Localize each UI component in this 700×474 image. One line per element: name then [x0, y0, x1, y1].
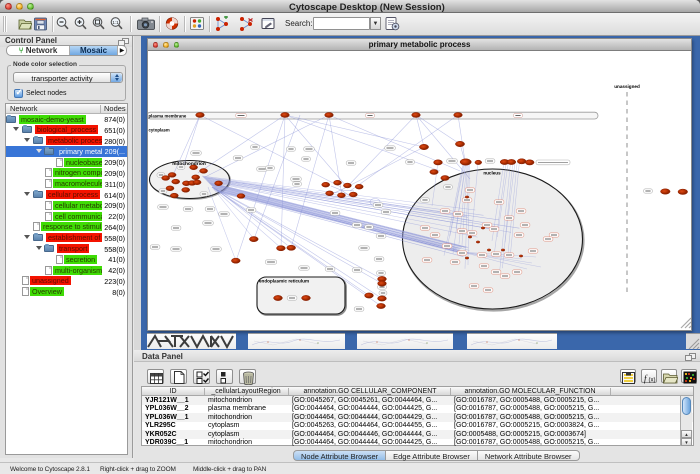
svg-text:f: f — [644, 373, 648, 383]
svg-text:unassigned: unassigned — [614, 84, 640, 89]
svg-text:nucleus: nucleus — [483, 171, 501, 176]
svg-text:(x): (x) — [649, 377, 656, 383]
svg-text:plasma membrane: plasma membrane — [149, 114, 187, 119]
svg-text:mitochondrion: mitochondrion — [172, 161, 206, 167]
svg-text:1:1: 1:1 — [112, 20, 119, 25]
svg-text:endoplasmic reticulum: endoplasmic reticulum — [259, 279, 309, 284]
svg-text:cytoplasm: cytoplasm — [149, 128, 170, 133]
